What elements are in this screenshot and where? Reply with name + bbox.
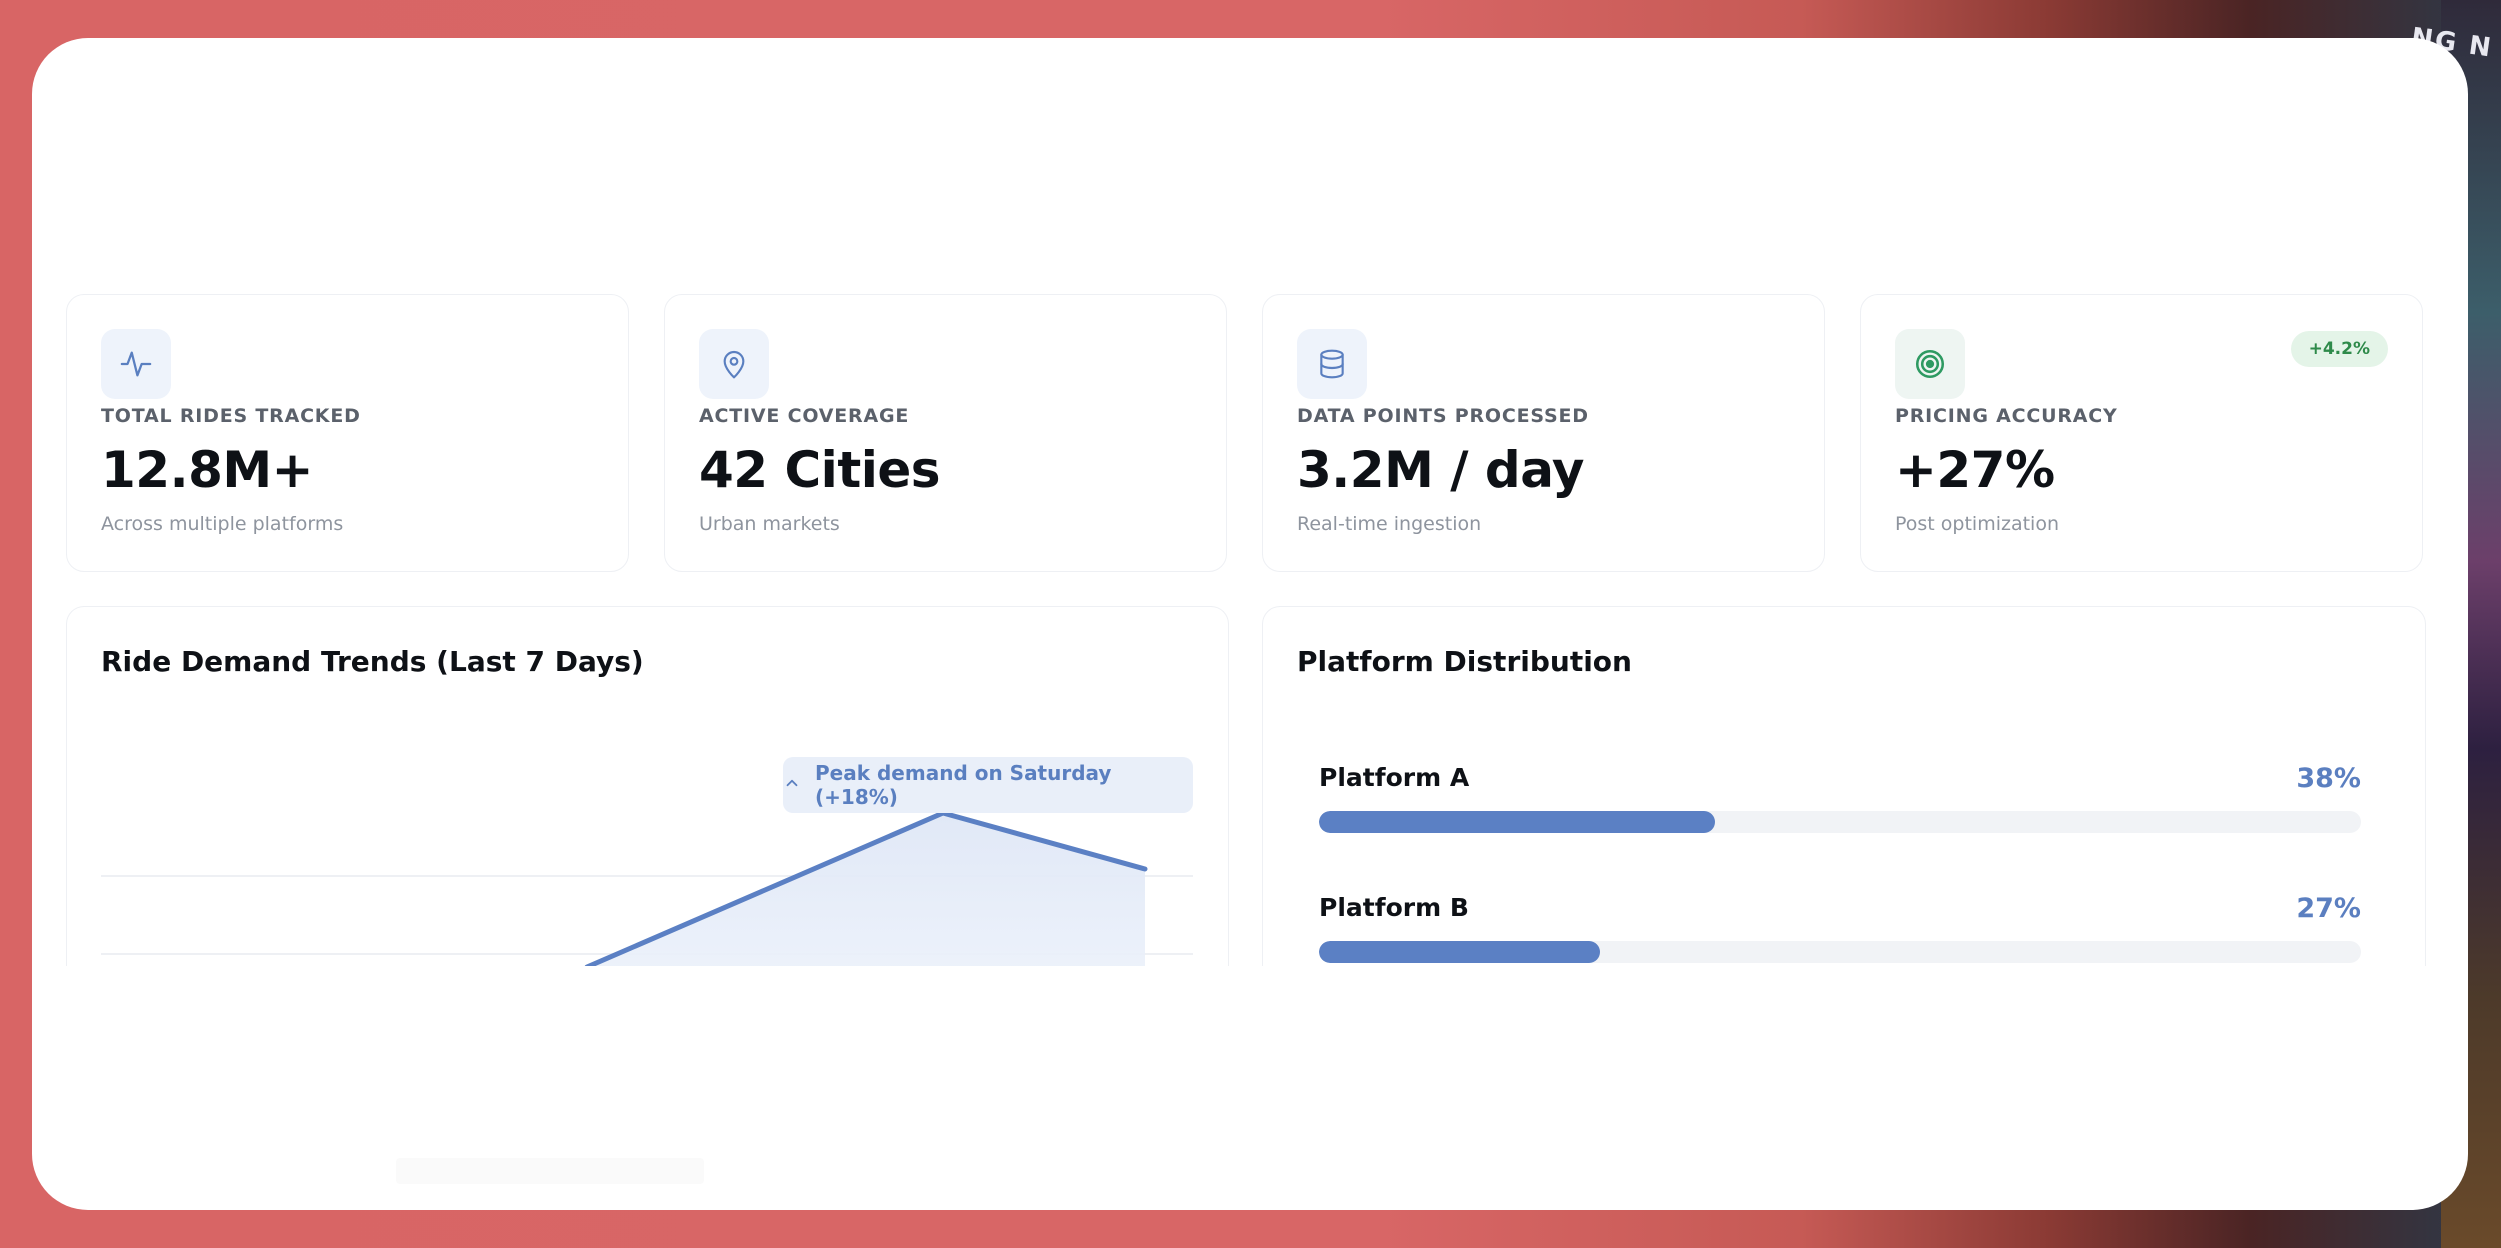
map-pin-icon bbox=[699, 329, 769, 399]
stat-value: 42 Cities bbox=[699, 441, 941, 499]
stat-value: +27% bbox=[1895, 441, 2055, 499]
stat-label: ACTIVE COVERAGE bbox=[699, 405, 910, 427]
stat-card-total-rides: TOTAL RIDES TRACKED 12.8M+ Across multip… bbox=[66, 294, 629, 572]
progress-track bbox=[1319, 941, 2361, 963]
stat-card-active-coverage: ACTIVE COVERAGE 42 Cities Urban markets bbox=[664, 294, 1227, 572]
stat-label: DATA POINTS PROCESSED bbox=[1297, 405, 1589, 427]
stat-subtext: Across multiple platforms bbox=[101, 513, 344, 535]
peak-demand-annotation: Peak demand on Saturday (+18%) bbox=[783, 757, 1193, 813]
stat-label: TOTAL RIDES TRACKED bbox=[101, 405, 361, 427]
change-badge: +4.2% bbox=[2290, 331, 2388, 367]
stat-card-pricing-accuracy: +4.2% PRICING ACCURACY +27% Post optimiz… bbox=[1860, 294, 2423, 572]
stat-value: 12.8M+ bbox=[101, 441, 314, 499]
ride-demand-trends-panel: Ride Demand Trends (Last 7 Days) Peak de… bbox=[66, 606, 1229, 966]
platform-percentage: 27% bbox=[2296, 893, 2361, 924]
stat-value: 3.2M / day bbox=[1297, 441, 1585, 499]
panel-title: Platform Distribution bbox=[1297, 645, 1632, 678]
target-icon bbox=[1895, 329, 1965, 399]
platform-name: Platform A bbox=[1319, 763, 1470, 792]
progress-track bbox=[1319, 811, 2361, 833]
platform-percentage: 38% bbox=[2296, 763, 2361, 794]
platform-distribution-panel: Platform Distribution Platform A 38% Pla… bbox=[1262, 606, 2426, 966]
stat-subtext: Real-time ingestion bbox=[1297, 513, 1482, 535]
stat-subtext: Post optimization bbox=[1895, 513, 2060, 535]
trend-area bbox=[589, 813, 1145, 966]
stat-label: PRICING ACCURACY bbox=[1895, 405, 2118, 427]
stat-subtext: Urban markets bbox=[699, 513, 840, 535]
dashboard-card: TOTAL RIDES TRACKED 12.8M+ Across multip… bbox=[32, 38, 2468, 1210]
chevron-up-icon bbox=[783, 773, 801, 797]
placeholder-strip bbox=[396, 1158, 704, 1184]
annotation-text: Peak demand on Saturday (+18%) bbox=[815, 761, 1112, 809]
platform-name: Platform B bbox=[1319, 893, 1469, 922]
progress-fill bbox=[1319, 941, 1601, 963]
progress-fill bbox=[1319, 811, 1715, 833]
stat-card-data-points: DATA POINTS PROCESSED 3.2M / day Real-ti… bbox=[1262, 294, 1825, 572]
database-icon bbox=[1297, 329, 1367, 399]
activity-icon bbox=[101, 329, 171, 399]
